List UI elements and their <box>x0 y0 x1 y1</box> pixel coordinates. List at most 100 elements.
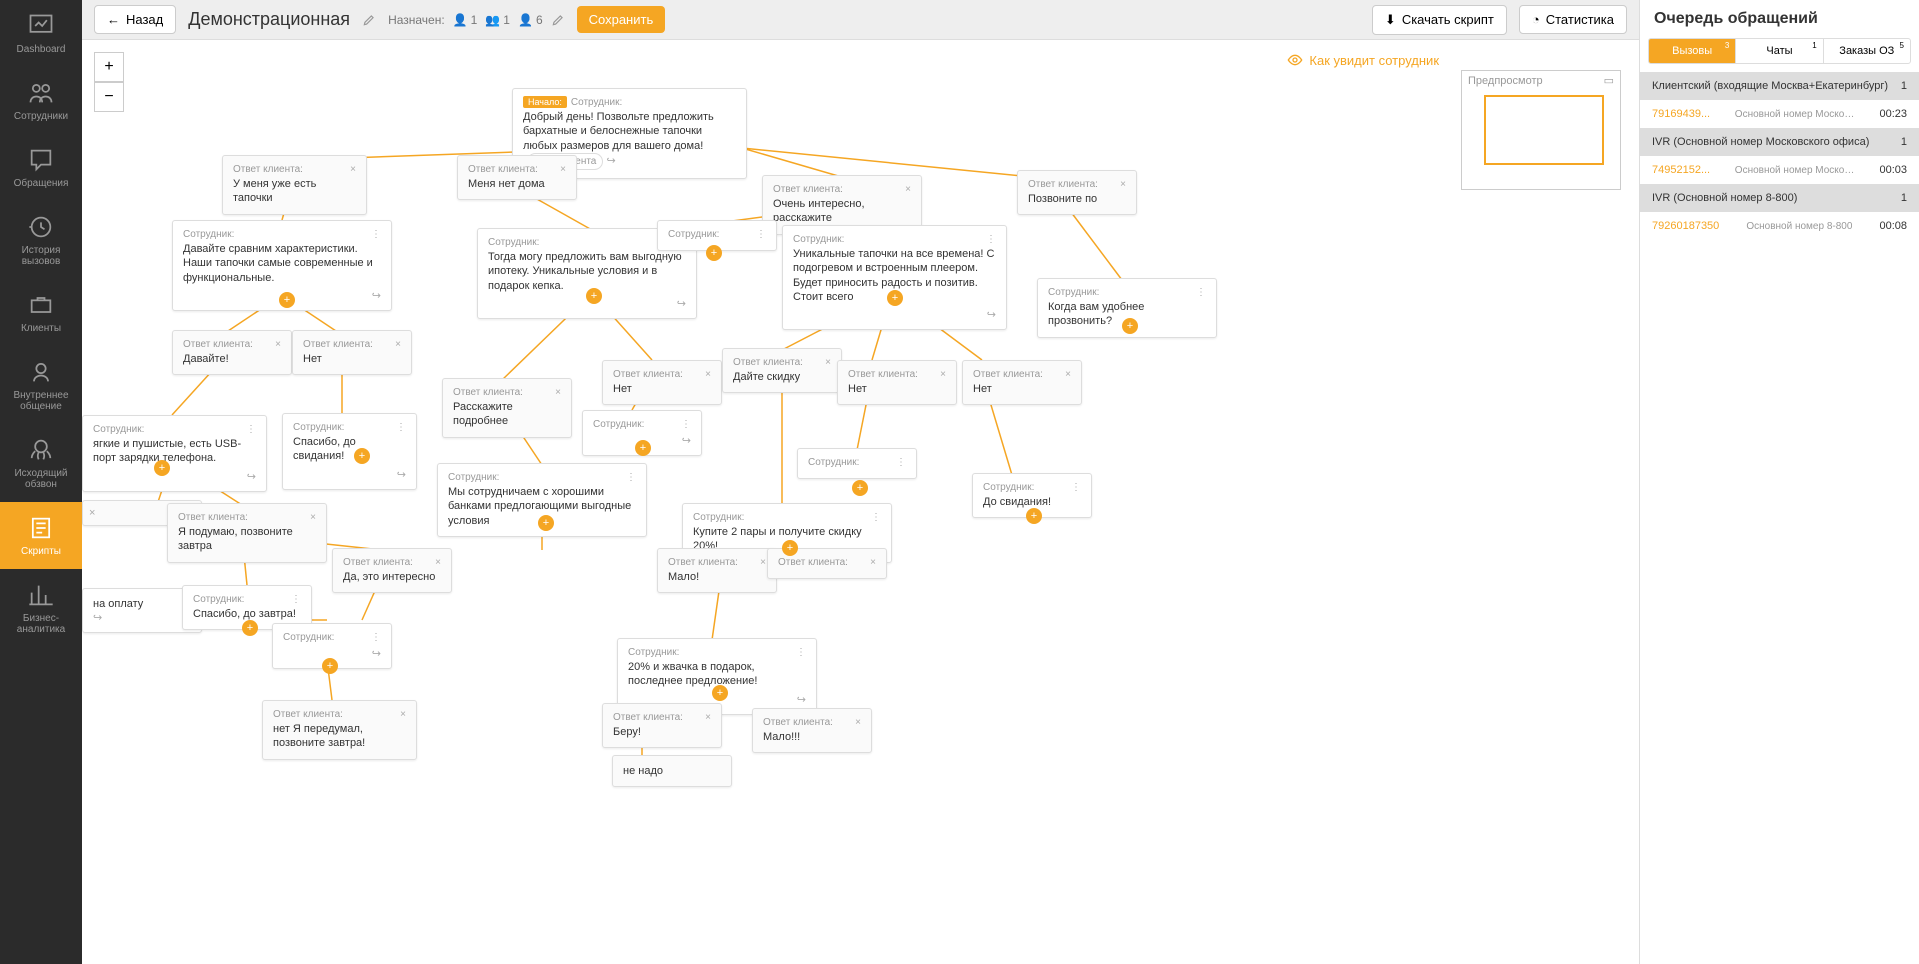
edit-icon[interactable] <box>362 13 376 27</box>
node-client[interactable]: Ответ клиента:×У меня уже есть тапочки <box>222 155 367 215</box>
close-icon[interactable]: × <box>89 507 95 519</box>
download-button[interactable]: ⬇ Скачать скрипт <box>1372 5 1507 35</box>
queue-group[interactable]: IVR (Основной номер 8-800)1 <box>1640 184 1919 212</box>
close-icon[interactable]: × <box>705 369 711 380</box>
queue-item[interactable]: 74952152...Основной номер Московского оф… <box>1640 156 1919 184</box>
sidebar-item-scripts[interactable]: Скрипты <box>0 502 82 569</box>
node-client[interactable]: не надо <box>612 755 732 787</box>
minimap[interactable]: Предпросмотр▭ <box>1461 70 1621 190</box>
node-client[interactable]: Ответ клиента:×Меня нет дома <box>457 155 577 200</box>
menu-icon[interactable]: ⋮ <box>626 472 636 483</box>
close-icon[interactable]: × <box>855 717 861 728</box>
node-client[interactable]: Ответ клиента:×Нет <box>602 360 722 405</box>
node-client[interactable]: Ответ клиента:×нет Я передумал, позвонит… <box>262 700 417 760</box>
close-icon[interactable]: × <box>275 339 281 350</box>
menu-icon[interactable]: ⋮ <box>246 424 256 435</box>
link-icon[interactable]: ↪ <box>372 289 381 302</box>
close-icon[interactable]: × <box>435 557 441 568</box>
close-icon[interactable]: × <box>870 557 876 568</box>
close-icon[interactable]: × <box>400 709 406 720</box>
add-node-button[interactable]: + <box>586 288 602 304</box>
link-icon[interactable]: ↪ <box>682 434 691 447</box>
add-node-button[interactable]: + <box>1026 508 1042 524</box>
node-employee[interactable]: Сотрудник:⋮Спасибо, до свидания!↪ <box>282 413 417 490</box>
close-icon[interactable]: × <box>1065 369 1071 380</box>
assigned-count-3[interactable]: 👤 6 <box>518 13 543 27</box>
queue-item[interactable]: 79169439...Основной номер Московского оф… <box>1640 100 1919 128</box>
assigned-count-1[interactable]: 👤 1 <box>453 13 478 27</box>
close-icon[interactable]: × <box>310 512 316 523</box>
add-node-button[interactable]: + <box>887 290 903 306</box>
sidebar-item-staff[interactable]: Сотрудники <box>0 67 82 134</box>
node-client[interactable]: Ответ клиента:×Нет <box>837 360 957 405</box>
tab-chats[interactable]: Чаты1 <box>1736 39 1823 63</box>
add-node-button[interactable]: + <box>706 245 722 261</box>
add-node-button[interactable]: + <box>852 480 868 496</box>
tab-orders[interactable]: Заказы ОЗ5 <box>1824 39 1910 63</box>
add-node-button[interactable]: + <box>712 685 728 701</box>
node-client[interactable]: Ответ клиента:×Расскажите подробнее <box>442 378 572 438</box>
close-icon[interactable]: × <box>940 369 946 380</box>
node-client[interactable]: Ответ клиента:×Да, это интересно <box>332 548 452 593</box>
close-icon[interactable]: × <box>350 164 356 175</box>
add-node-button[interactable]: + <box>782 540 798 556</box>
close-icon[interactable]: × <box>705 712 711 723</box>
sidebar-item-callhistory[interactable]: История вызовов <box>0 201 82 279</box>
node-client[interactable]: Ответ клиента:×Позвоните по <box>1017 170 1137 215</box>
node-client[interactable]: Ответ клиента:×Давайте! <box>172 330 292 375</box>
node-client[interactable]: Ответ клиента:×Я подумаю, позвоните завт… <box>167 503 327 563</box>
close-icon[interactable]: × <box>825 357 831 368</box>
link-icon[interactable]: ↪ <box>987 308 996 321</box>
queue-group[interactable]: IVR (Основной номер Московского офиса)1 <box>1640 128 1919 156</box>
menu-icon[interactable]: ⋮ <box>681 419 691 430</box>
add-node-button[interactable]: + <box>354 448 370 464</box>
add-node-button[interactable]: + <box>279 292 295 308</box>
node-client[interactable]: Ответ клиента:×Дайте скидку <box>722 348 842 393</box>
zoom-in-button[interactable]: + <box>94 52 124 82</box>
zoom-out-button[interactable]: − <box>94 82 124 112</box>
link-icon[interactable]: ↪ <box>797 693 806 706</box>
assigned-count-2[interactable]: 👥 1 <box>485 13 510 27</box>
node-employee[interactable]: Сотрудник:⋮ягкие и пушистые, есть USB-по… <box>82 415 267 492</box>
menu-icon[interactable]: ⋮ <box>756 229 766 240</box>
sidebar-item-requests[interactable]: Обращения <box>0 134 82 201</box>
sidebar-item-clients[interactable]: Клиенты <box>0 279 82 346</box>
link-icon[interactable]: ↪ <box>397 468 406 481</box>
node-client[interactable]: Ответ клиента:×Мало!!! <box>752 708 872 753</box>
node-employee[interactable]: Сотрудник:⋮ <box>797 448 917 479</box>
tab-calls[interactable]: Вызовы3 <box>1649 39 1736 63</box>
menu-icon[interactable]: ⋮ <box>796 647 806 658</box>
sidebar-item-outbound[interactable]: Исходящий обзвон <box>0 424 82 502</box>
queue-group[interactable]: Клиентский (входящие Москва+Екатеринбург… <box>1640 72 1919 100</box>
add-node-button[interactable]: + <box>1122 318 1138 334</box>
menu-icon[interactable]: ⋮ <box>371 632 381 643</box>
menu-icon[interactable]: ⋮ <box>896 457 906 468</box>
link-icon[interactable]: ↪ <box>606 155 615 167</box>
sidebar-item-analytics[interactable]: Бизнес-аналитика <box>0 569 82 647</box>
menu-icon[interactable]: ⋮ <box>986 234 996 245</box>
edit-assigned-icon[interactable] <box>551 13 565 27</box>
back-button[interactable]: ← Назад <box>94 5 176 34</box>
node-client[interactable]: Ответ клиента:×Нет <box>292 330 412 375</box>
link-icon[interactable]: ↪ <box>372 647 381 660</box>
close-icon[interactable]: × <box>1120 179 1126 190</box>
sidebar-item-dashboard[interactable]: Dashboard <box>0 0 82 67</box>
close-icon[interactable]: × <box>760 557 766 568</box>
add-node-button[interactable]: + <box>322 658 338 674</box>
menu-icon[interactable]: ⋮ <box>291 594 301 605</box>
minimap-collapse-icon[interactable]: ▭ <box>1604 74 1614 87</box>
node-client[interactable]: Ответ клиента:×Беру! <box>602 703 722 748</box>
close-icon[interactable]: × <box>905 184 911 195</box>
link-icon[interactable]: ↪ <box>677 297 686 310</box>
menu-icon[interactable]: ⋮ <box>871 512 881 523</box>
save-button[interactable]: Сохранить <box>577 6 666 33</box>
add-node-button[interactable]: + <box>538 515 554 531</box>
add-node-button[interactable]: + <box>635 440 651 456</box>
node-client[interactable]: Ответ клиента:×Нет <box>962 360 1082 405</box>
link-icon[interactable]: ↪ <box>93 612 102 624</box>
menu-icon[interactable]: ⋮ <box>396 422 406 433</box>
sidebar-item-internal[interactable]: Внутреннее общение <box>0 346 82 424</box>
stats-button[interactable]: ◔ Статистика <box>1519 5 1627 34</box>
node-employee[interactable]: Сотрудник:⋮Уникальные тапочки на все вре… <box>782 225 1007 330</box>
script-canvas[interactable]: Начало:Сотрудник: Добрый день! Позвольте… <box>82 40 1639 964</box>
